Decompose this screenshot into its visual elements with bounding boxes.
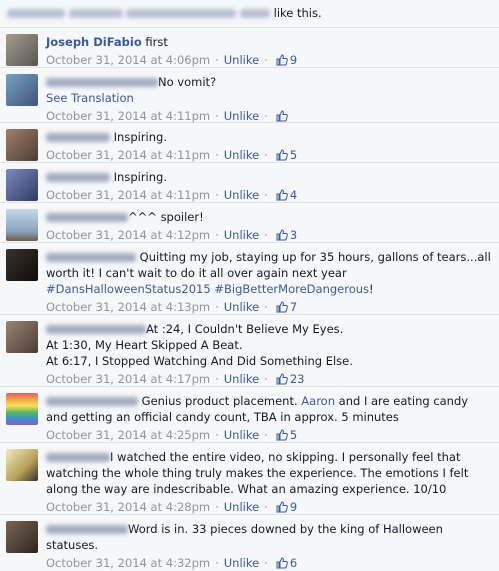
thumbs-up-icon[interactable] xyxy=(276,110,288,122)
blurred-author[interactable] xyxy=(46,133,110,142)
avatar[interactable] xyxy=(6,209,38,241)
comment-author[interactable]: Joseph DiFabio xyxy=(46,35,142,49)
comment-text: No vomit? xyxy=(158,75,217,89)
avatar[interactable] xyxy=(6,129,38,161)
comment: Inspiring. October 31, 2014 at 4:11pm · Un… xyxy=(0,123,499,163)
comment: Word is in. 33 pieces downed by the king… xyxy=(0,515,499,570)
comment-timestamp[interactable]: October 31, 2014 at 4:25pm xyxy=(46,428,210,442)
comment-meta: October 31, 2014 at 4:12pm · Unlike · 3 xyxy=(46,228,298,242)
comment-meta: October 31, 2014 at 4:17pm · Unlike · 23 xyxy=(46,372,305,386)
avatar[interactable] xyxy=(6,169,38,201)
comment-meta: October 31, 2014 at 4:06pm · Unlike · 9 xyxy=(46,53,298,67)
unlike-button[interactable]: Unlike xyxy=(224,53,259,67)
avatar[interactable] xyxy=(6,393,38,425)
comment-text: Inspiring. xyxy=(113,130,167,144)
avatar[interactable] xyxy=(6,34,38,66)
comment-meta: October 31, 2014 at 4:32pm · Unlike · 6 xyxy=(46,556,298,570)
avatar[interactable] xyxy=(6,249,38,281)
comment-timestamp[interactable]: October 31, 2014 at 4:28pm xyxy=(46,500,210,514)
comment: I watched the entire video, no skipping.… xyxy=(0,443,499,515)
blurred-author[interactable] xyxy=(46,253,136,262)
comment-timestamp[interactable]: October 31, 2014 at 4:17pm xyxy=(46,372,210,386)
unlike-button[interactable]: Unlike xyxy=(224,188,259,202)
unlike-button[interactable]: Unlike xyxy=(224,372,259,386)
comment-timestamp[interactable]: October 31, 2014 at 4:32pm xyxy=(46,556,210,570)
like-count[interactable]: 5 xyxy=(290,428,297,442)
likes-summary-text: like this. xyxy=(273,6,322,20)
likes-summary: like this. xyxy=(0,0,499,28)
like-count[interactable]: 7 xyxy=(290,300,297,314)
comment: ^^^ spoiler! October 31, 2014 at 4:12pm ·… xyxy=(0,203,499,243)
avatar[interactable] xyxy=(6,321,38,353)
like-count[interactable]: 6 xyxy=(290,556,297,570)
blurred-names xyxy=(7,9,65,18)
comment: At :24, I Couldn't Believe My Eyes. At 1… xyxy=(0,315,499,387)
comment-text: At :24, I Couldn't Believe My Eyes. xyxy=(146,322,344,336)
comment-meta: October 31, 2014 at 4:11pm · Unlike · xyxy=(46,108,493,124)
like-count[interactable]: 5 xyxy=(290,148,297,162)
comment-timestamp[interactable]: October 31, 2014 at 4:06pm xyxy=(46,53,210,67)
comment-timestamp[interactable]: October 31, 2014 at 4:11pm xyxy=(46,148,210,162)
blurred-author[interactable] xyxy=(46,325,146,334)
thumbs-up-icon[interactable] xyxy=(276,189,288,201)
comment-text: At 6:17, I Stopped Watching And Did Some… xyxy=(46,354,353,368)
see-translation-link[interactable]: See Translation xyxy=(46,91,134,105)
thumbs-up-icon[interactable] xyxy=(276,301,288,313)
comment-text: first xyxy=(145,35,168,49)
hashtag-link[interactable]: #DansHalloweenStatus2015 xyxy=(46,282,211,296)
unlike-button[interactable]: Unlike xyxy=(224,300,259,314)
thumbs-up-icon[interactable] xyxy=(276,373,288,385)
unlike-button[interactable]: Unlike xyxy=(224,228,259,242)
comment: Joseph DiFabio first October 31, 2014 at… xyxy=(0,28,499,68)
avatar[interactable] xyxy=(6,521,38,553)
thumbs-up-icon[interactable] xyxy=(276,149,288,161)
blurred-author[interactable] xyxy=(46,78,158,87)
thumbs-up-icon[interactable] xyxy=(276,557,288,569)
comment-meta: October 31, 2014 at 4:13pm · Unlike · 7 xyxy=(46,300,298,314)
comment-timestamp[interactable]: October 31, 2014 at 4:13pm xyxy=(46,300,210,314)
avatar[interactable] xyxy=(6,74,38,106)
blurred-author[interactable] xyxy=(46,213,128,222)
comment-timestamp[interactable]: October 31, 2014 at 4:12pm xyxy=(46,228,210,242)
thumbs-up-icon[interactable] xyxy=(276,54,288,66)
comment: Genius product placement. Aaron and I ar… xyxy=(0,387,499,443)
comment-text: ^^^ spoiler! xyxy=(128,210,204,224)
like-count[interactable]: 23 xyxy=(290,372,305,386)
avatar[interactable] xyxy=(6,449,38,481)
blurred-names xyxy=(68,9,123,18)
comment: Inspiring. October 31, 2014 at 4:11pm · Un… xyxy=(0,163,499,203)
blurred-author[interactable] xyxy=(46,173,110,182)
unlike-button[interactable]: Unlike xyxy=(224,109,259,123)
unlike-button[interactable]: Unlike xyxy=(224,148,259,162)
comment: No vomit? See Translation October 31, 20… xyxy=(0,68,499,123)
comment-text: Inspiring. xyxy=(113,170,167,184)
thumbs-up-icon[interactable] xyxy=(276,229,288,241)
comment-meta: October 31, 2014 at 4:11pm · Unlike · 5 xyxy=(46,148,298,162)
like-count[interactable]: 3 xyxy=(290,228,297,242)
like-count[interactable]: 4 xyxy=(290,188,297,202)
thumbs-up-icon[interactable] xyxy=(276,501,288,513)
unlike-button[interactable]: Unlike xyxy=(224,556,259,570)
comment-meta: October 31, 2014 at 4:25pm · Unlike · 5 xyxy=(46,428,298,442)
comment-meta: October 31, 2014 at 4:11pm · Unlike · 4 xyxy=(46,188,298,202)
like-count[interactable]: 9 xyxy=(290,500,297,514)
comment-meta: October 31, 2014 at 4:28pm · Unlike · 9 xyxy=(46,500,298,514)
thumbs-up-icon[interactable] xyxy=(276,429,288,441)
blurred-names xyxy=(126,9,237,18)
blurred-author[interactable] xyxy=(46,397,138,406)
comment: Quitting my job, staying up for 35 hours… xyxy=(0,243,499,315)
comment-timestamp[interactable]: October 31, 2014 at 4:11pm xyxy=(46,188,210,202)
blurred-author[interactable] xyxy=(46,453,110,462)
comment-text: Genius product placement. xyxy=(141,394,302,408)
blurred-names xyxy=(239,9,270,18)
like-count[interactable]: 9 xyxy=(290,53,297,67)
unlike-button[interactable]: Unlike xyxy=(224,500,259,514)
comment-timestamp[interactable]: October 31, 2014 at 4:11pm xyxy=(46,109,210,123)
blurred-author[interactable] xyxy=(46,525,128,534)
comment-text: At 1:30, My Heart Skipped A Beat. xyxy=(46,338,243,352)
hashtag-link[interactable]: #BigBetterMoreDangerous xyxy=(214,282,369,296)
unlike-button[interactable]: Unlike xyxy=(224,428,259,442)
mention-link[interactable]: Aaron xyxy=(301,394,335,408)
